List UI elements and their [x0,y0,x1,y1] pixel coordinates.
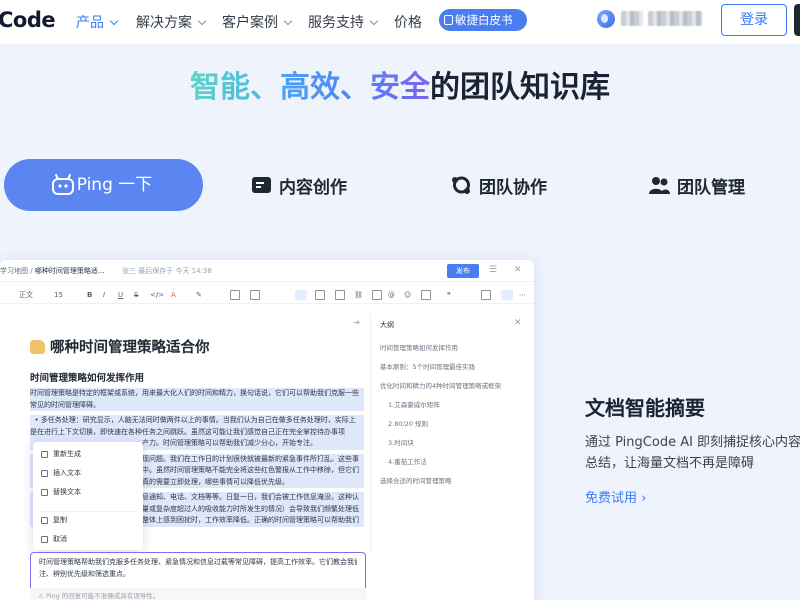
editor-toolbar: 正文 15 B I U S </> A ✎ ⛓ @ ☺ ❝ ⋯ [0,286,534,304]
chevron-down-icon [197,16,207,26]
paragraph-intro[interactable]: 时间管理策略是特定的框架或系统，用来最大化人们的时间和精力，换句话说，它们可以帮… [30,388,364,411]
insert-icon [41,470,48,477]
editor-header: 学习地图 / 哪种时间管理策略适... 张三 最后保存于 今天 14:38 发布… [0,260,534,282]
doc-title: 哪种时间管理策略适合你 [30,336,210,357]
replace-icon [41,489,48,496]
strikethrough-icon[interactable]: S [134,290,138,300]
menu-item-cancel[interactable]: 取消 [41,533,67,545]
signup-button[interactable] [794,4,800,36]
collapse-icon[interactable]: ⇥ [353,318,360,327]
divider-icon[interactable] [481,290,491,300]
outline-item[interactable]: 优化时间和精力的4种时间管理策略或框架 [380,380,501,390]
login-button[interactable]: 登录 [721,4,787,36]
outline-title: 大纲 [380,321,394,329]
logo[interactable]: Code [0,8,56,32]
ai-disclaimer: ⚠ Ping 的回复可能不准确或具有误导性。 [30,588,366,600]
hero-title: 智能、高效、安全的团队知识库 [190,70,610,105]
outline-toggle-icon[interactable] [501,290,513,300]
chevron-down-icon [369,16,379,26]
outline-item[interactable]: 时间管理策略如何发挥作用 [380,342,458,352]
feature-description: 通过 PingCode AI 即刻捕捉核心内容， 总结，让海量文档不再是障碍 [585,435,800,471]
bullet-list-icon[interactable] [295,290,307,300]
chevron-down-icon [283,16,293,26]
book-icon [444,15,453,25]
blurred-username [621,11,643,26]
close-icon[interactable]: ✕ [514,318,522,328]
refresh-icon [41,451,48,458]
outline-item[interactable]: 3.时间块 [388,437,414,447]
indent-icon[interactable] [315,290,325,300]
outline-panel: 大纲 ✕ 时间管理策略如何发挥作用 基本原则：5个时间管理最佳实践 优化时间和精… [370,314,534,554]
highlight-icon[interactable]: ✎ [196,290,202,300]
style-select[interactable]: 正文 [19,290,33,300]
underline-icon[interactable]: U [118,290,123,300]
font-size-select[interactable]: 15 [54,290,63,300]
code-icon[interactable]: </> [150,290,164,300]
save-status: 张三 最后保存于 今天 14:38 [122,267,212,275]
nav-item-solutions[interactable]: 解决方案 [136,12,207,32]
image-icon[interactable] [372,290,382,300]
nav-item-product[interactable]: 产品 [76,12,119,32]
copy-icon [41,517,48,524]
tab-team-manage[interactable]: 团队管理 [649,173,745,198]
thumbs-up-icon [30,340,45,354]
chevron-down-icon [109,16,119,26]
more-icon[interactable]: ⋯ [519,290,526,300]
publish-button[interactable]: 发布 [447,264,479,278]
feature-title: 文档智能摘要 [585,396,705,420]
avatar[interactable] [597,10,615,28]
menu-item-replace[interactable]: 替换文本 [41,486,81,498]
editor-preview: 学习地图 / 哪种时间管理策略适... 张三 最后保存于 今天 14:38 发布… [0,260,534,600]
ordered-list-icon[interactable] [250,290,260,300]
bold-icon[interactable]: B [87,290,92,300]
outline-item[interactable]: 1.艾森豪威尔矩阵 [388,399,440,409]
font-color-icon[interactable]: A [171,290,176,300]
doc-heading: 时间管理策略如何发挥作用 [30,373,145,384]
nav-item-support[interactable]: 服务支持 [308,12,379,32]
top-nav: Code 产品 解决方案 客户案例 服务支持 价格 敏捷白皮书 登录 [0,0,800,44]
ai-context-menu: 重新生成 插入文本 替换文本 复制 取消 [33,442,143,550]
blurred-username [648,11,702,26]
free-trial-link[interactable]: 免费试用 › [585,487,646,506]
list-icon[interactable]: ☰ [489,265,499,275]
document-icon [252,177,271,193]
outline-item[interactable]: 基本原则：5个时间管理最佳实践 [380,361,475,371]
breadcrumb[interactable]: 学习地图 / 哪种时间管理策略适... [0,266,105,276]
collaboration-icon [452,176,470,194]
menu-item-regenerate[interactable]: 重新生成 [41,448,81,460]
menu-divider [39,511,137,512]
quote-icon[interactable]: ❝ [447,290,451,300]
menu-item-insert[interactable]: 插入文本 [41,467,81,479]
italic-icon[interactable]: I [103,290,105,300]
nav-item-cases[interactable]: 客户案例 [222,12,293,32]
tab-content-creation[interactable]: 内容创作 [251,173,347,198]
whitepaper-button[interactable]: 敏捷白皮书 [439,9,527,31]
outline-item[interactable]: 4.番茄工作法 [388,456,427,466]
close-icon[interactable]: ✕ [514,265,524,275]
outline-item[interactable]: 选择合适的时间管理策略 [380,475,452,485]
menu-item-copy[interactable]: 复制 [41,514,67,526]
tab-ping[interactable]: Ping 一下 [4,159,203,211]
trash-icon [41,536,48,543]
nav-item-pricing[interactable]: 价格 [394,12,422,32]
tab-team-collab[interactable]: 团队协作 [451,173,547,198]
mention-icon[interactable]: @ [388,290,395,300]
robot-icon [52,174,74,195]
team-icon [649,177,670,194]
outline-item[interactable]: 2.80/20 规则 [388,418,428,428]
link-icon[interactable]: ⛓ [354,290,363,300]
align-icon[interactable] [230,290,240,300]
outdent-icon[interactable] [335,290,345,300]
emoji-icon[interactable]: ☺ [404,290,411,300]
table-icon[interactable] [421,290,431,300]
